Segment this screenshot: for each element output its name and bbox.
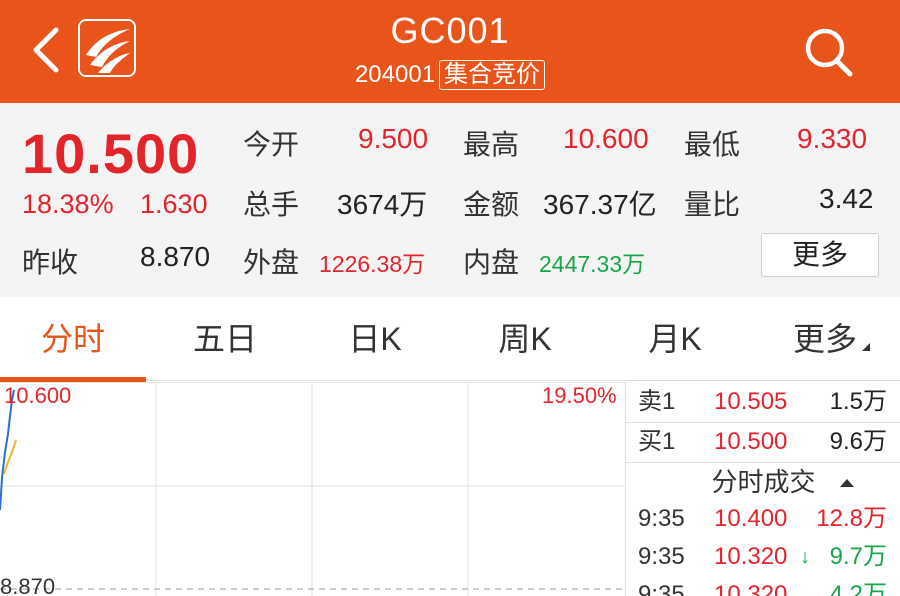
volume-ratio-label: 量比 <box>684 189 741 220</box>
chart-high-price: 10.600 <box>4 383 72 408</box>
auction-status-badge: 集合竞价 <box>439 60 546 90</box>
volume-ratio-value: 3.42 <box>819 183 874 214</box>
tab-intraday[interactable]: 分时 <box>0 297 146 381</box>
chart-high-percent: 19.50% <box>542 383 617 408</box>
trade-row: 9:35 10.320 4.2万 <box>626 576 900 596</box>
last-price: 10.500 <box>22 122 200 185</box>
amount-label: 金额 <box>463 189 520 220</box>
trade-row: 9:35 10.400 12.8万 <box>626 500 900 538</box>
ask-volume: 1.5万 <box>829 388 887 415</box>
security-name: GC001 <box>390 10 510 51</box>
open-label: 今开 <box>243 129 300 160</box>
trade-time: 9:35 <box>638 543 685 570</box>
volume-value: 3674万 <box>337 189 428 220</box>
outer-volume-value: 1226.38万 <box>319 251 426 277</box>
trade-price: 10.400 <box>714 505 788 532</box>
inner-volume-value: 2447.33万 <box>539 251 646 277</box>
order-book-panel: 卖1 10.505 1.5万 买1 10.500 9.6万 分时成交 9:35 … <box>625 382 900 596</box>
change-amount: 1.630 <box>140 189 208 219</box>
top-app-bar: GC001 204001 集合竞价 <box>0 0 900 103</box>
trade-price: 10.320 <box>714 543 788 570</box>
high-value: 10.600 <box>563 123 649 154</box>
prev-close-label: 昨收 <box>22 247 79 278</box>
intraday-chart[interactable] <box>0 382 625 596</box>
security-subtitle: 204001 集合竞价 <box>0 60 900 90</box>
tab-five-day[interactable]: 五日 <box>150 297 300 381</box>
high-label: 最高 <box>463 129 520 160</box>
more-stats-button[interactable]: 更多 <box>761 233 879 277</box>
tab-monthly-k[interactable]: 月K <box>600 297 750 381</box>
trade-volume: 4.2万 <box>829 581 887 596</box>
trade-time: 9:35 <box>638 505 685 532</box>
chart-tabs: 分时 五日 日K 周K 月K 更多 <box>0 297 900 381</box>
security-code: 204001 <box>354 61 436 88</box>
tab-weekly-k[interactable]: 周K <box>450 297 600 381</box>
bid-level-1: 买1 10.500 9.6万 <box>626 422 900 462</box>
trade-volume: 12.8万 <box>816 505 887 532</box>
open-value: 9.500 <box>358 123 429 154</box>
volume-label: 总手 <box>243 189 300 220</box>
low-value: 9.330 <box>797 123 868 154</box>
trade-direction-icon: ↓ <box>800 546 810 568</box>
ask-level-1: 卖1 10.505 1.5万 <box>626 382 900 422</box>
inner-volume-label: 内盘 <box>463 247 520 278</box>
amount-value: 367.37亿 <box>543 189 657 220</box>
trade-volume: 9.7万 <box>829 543 887 570</box>
outer-volume-label: 外盘 <box>243 247 300 278</box>
change-percent: 18.38% <box>22 189 114 219</box>
bid-volume: 9.6万 <box>829 428 887 455</box>
prev-close-value: 8.870 <box>140 241 211 272</box>
search-icon <box>805 28 853 77</box>
bid-label: 买1 <box>638 428 676 455</box>
low-label: 最低 <box>684 129 741 160</box>
ask-label: 卖1 <box>638 388 676 415</box>
tab-more[interactable]: 更多 <box>752 297 898 381</box>
trade-price: 10.320 <box>714 581 788 596</box>
book-divider <box>626 462 900 463</box>
quote-panel: 10.500 18.38% 1.630 昨收 8.870 今开 9.500 总手… <box>0 103 900 297</box>
ask-price: 10.505 <box>714 388 788 415</box>
tab-daily-k[interactable]: 日K <box>300 297 450 381</box>
chart-prev-close-price: 8.870 <box>0 574 56 596</box>
tab-more-corner-icon <box>862 343 870 351</box>
bid-price: 10.500 <box>714 428 788 455</box>
trade-row: 9:35 10.320 ↓ 9.7万 <box>626 538 900 576</box>
search-button[interactable] <box>800 24 858 78</box>
tick-trades-header[interactable]: 分时成交 <box>626 464 900 500</box>
caret-up-icon <box>840 479 854 487</box>
trade-time: 9:35 <box>638 581 685 596</box>
